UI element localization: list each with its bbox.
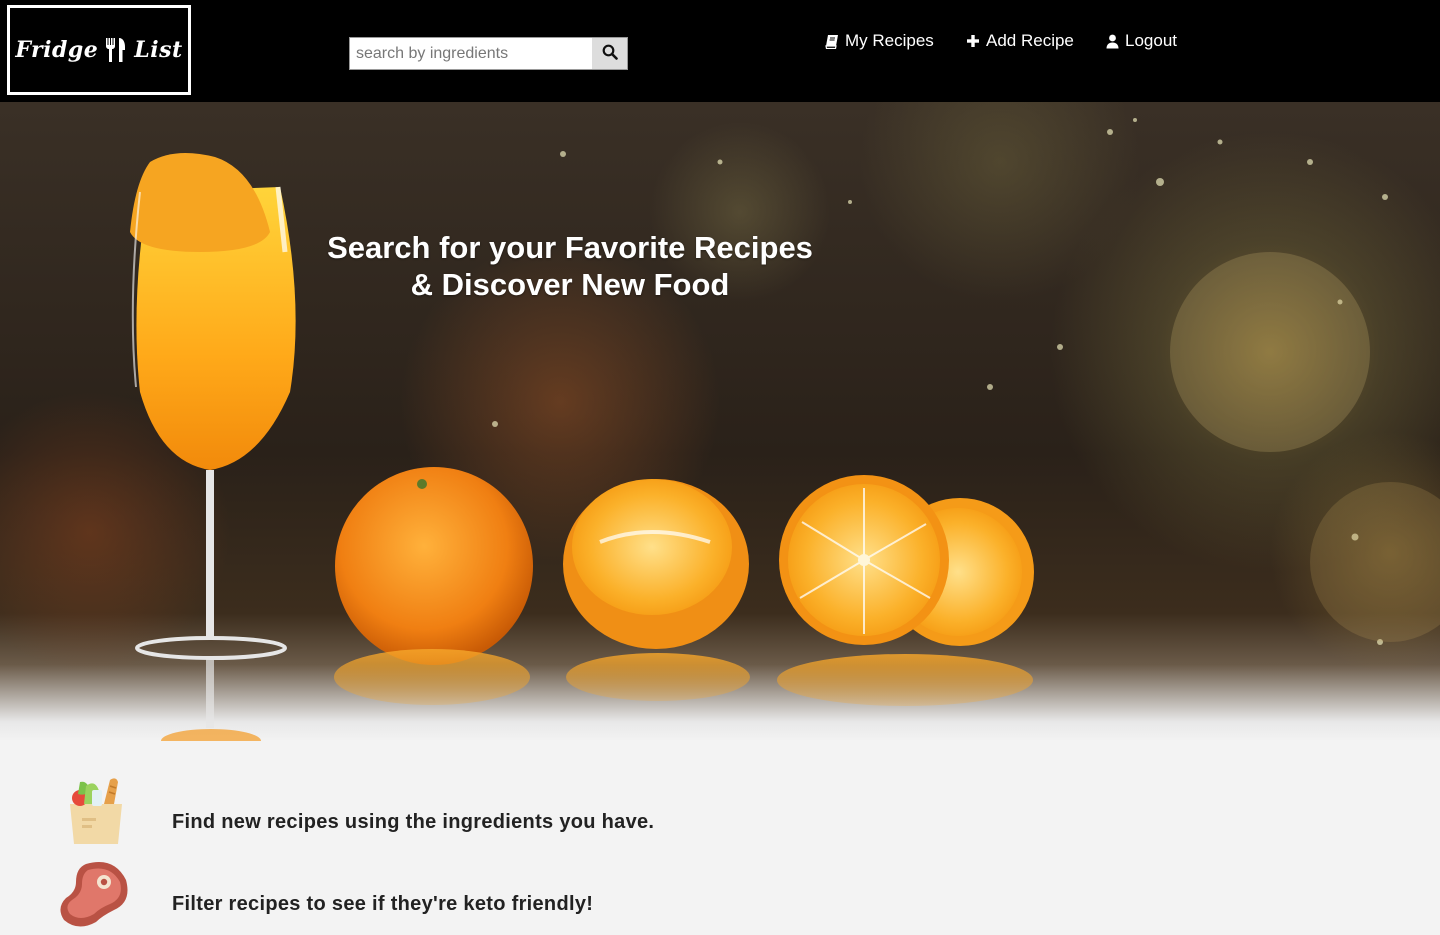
hero-image — [130, 118, 1440, 741]
feature-ingredients: Find new recipes using the ingredients y… — [0, 776, 1440, 856]
hero-title: Search for your Favorite Recipes & Disco… — [290, 229, 850, 303]
logo-word-fridge: Fridge — [15, 37, 99, 63]
search-input[interactable] — [350, 38, 592, 69]
feature-ingredients-text: Find new recipes using the ingredients y… — [172, 811, 655, 833]
search-bar — [349, 37, 628, 70]
top-navbar: Fridge List search by ingredients My Rec… — [0, 0, 1440, 102]
nav-logout-label: Logout — [1125, 31, 1177, 50]
plus-icon — [965, 33, 981, 49]
nav-my-recipes-label: My Recipes — [845, 31, 934, 50]
grocery-bag-icon — [56, 776, 132, 848]
nav-add-recipe-label: Add Recipe — [986, 31, 1074, 50]
hero-title-line1: Search for your Favorite Recipes — [327, 230, 813, 265]
meat-icon — [56, 858, 132, 930]
search-icon — [602, 44, 618, 63]
hero-title-line2: & Discover New Food — [410, 267, 730, 302]
nav-add-recipe[interactable]: Add Recipe — [965, 29, 1074, 53]
search-button[interactable] — [592, 38, 627, 69]
feature-keto: Filter recipes to see if they're keto fr… — [0, 858, 1440, 935]
fork-knife-icon — [104, 37, 128, 63]
logo-text: Fridge List — [15, 37, 182, 63]
user-icon — [1104, 33, 1120, 49]
hero-banner: Search for your Favorite Recipes & Disco… — [0, 102, 1440, 741]
book-icon — [824, 33, 840, 49]
nav-logout[interactable]: Logout — [1104, 29, 1177, 53]
logo-word-list: List — [134, 37, 183, 63]
feature-keto-text: Filter recipes to see if they're keto fr… — [172, 893, 594, 915]
logo[interactable]: Fridge List — [7, 5, 191, 95]
nav-my-recipes[interactable]: My Recipes — [824, 29, 934, 53]
